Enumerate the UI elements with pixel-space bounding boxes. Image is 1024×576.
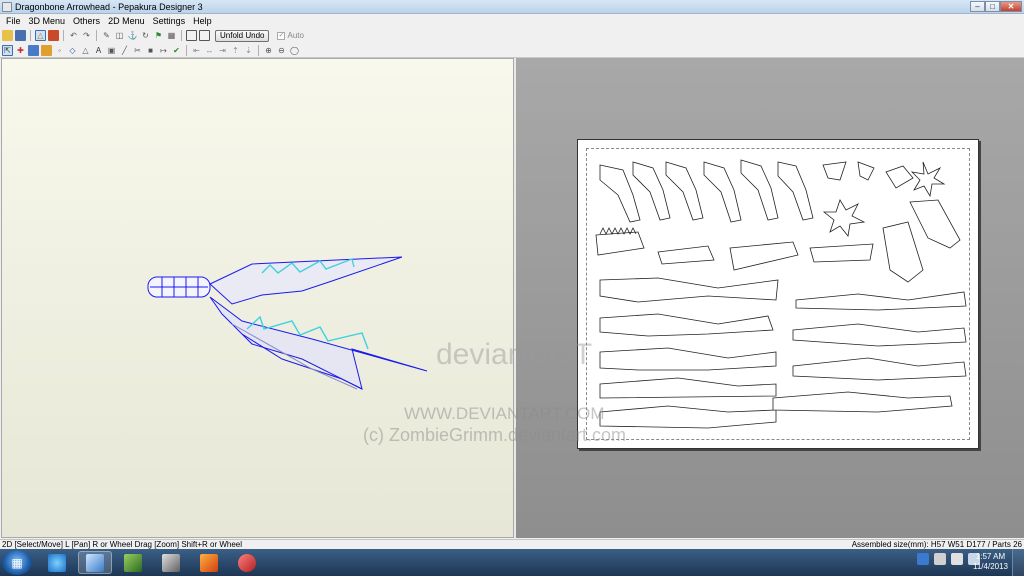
network-tray-icon[interactable] [951, 553, 963, 565]
taskbar-clock[interactable]: 1:57 AM 11/4/2013 [973, 552, 1008, 572]
pepakura-window: Dragonbone Arrowhead - Pepakura Designer… [0, 0, 1024, 549]
toolbar-separator [258, 44, 259, 56]
select-icon[interactable]: ⇱ [2, 44, 13, 56]
unfold-icon[interactable]: △ [35, 30, 46, 41]
auto-checkbox-group[interactable]: ✓ Auto [277, 31, 304, 40]
zoom-fit-icon[interactable]: ◯ [289, 45, 300, 56]
image-icon[interactable]: ▣ [106, 45, 117, 56]
box-icon[interactable]: ◫ [114, 30, 125, 41]
internet-explorer-icon [48, 553, 66, 572]
start-button[interactable]: ▦ [2, 550, 32, 575]
face-icon[interactable] [41, 44, 52, 56]
clock-time: 1:57 AM [975, 552, 1006, 561]
main-toolbar: △ ↶ ↷ ✎ ◫ ⚓ ↻ ⚑ ▦ Unfold Undo ✓ Auto [0, 28, 1024, 43]
window-title: Dragonbone Arrowhead - Pepakura Designer… [15, 1, 203, 12]
status-hint: 2D [Select/Move] L [Pan] R or Wheel Drag… [2, 540, 243, 549]
assembled-size: Assembled size(mm): H57 W51 D177 / Parts… [851, 540, 1022, 549]
auto-checkbox[interactable]: ✓ [277, 31, 286, 40]
redo-icon[interactable]: ↷ [81, 30, 92, 41]
paper-sheet[interactable] [577, 139, 979, 449]
status-bar: 2D [Select/Move] L [Pan] R or Wheel Drag… [0, 539, 1024, 549]
menu-2d[interactable]: 2D Menu [104, 16, 149, 26]
menu-file[interactable]: File [2, 16, 25, 26]
align-bottom-icon[interactable]: ⇣ [243, 45, 254, 56]
menu-help[interactable]: Help [189, 16, 216, 26]
window2-icon[interactable] [199, 30, 210, 41]
menu-settings[interactable]: Settings [149, 16, 190, 26]
media-icon [162, 553, 180, 572]
open-icon[interactable] [2, 30, 13, 41]
3d-view[interactable] [1, 58, 514, 538]
app-icon [2, 1, 12, 12]
system-tray [917, 553, 980, 565]
flag-icon[interactable]: ⚑ [153, 30, 164, 41]
close-button[interactable]: ✕ [1000, 1, 1022, 12]
join-icon[interactable]: ◇ [67, 45, 78, 56]
toolbar-separator [30, 30, 31, 41]
save-icon[interactable] [15, 30, 26, 41]
toolbar-separator [181, 30, 182, 41]
rotate-icon[interactable]: ↻ [140, 30, 151, 41]
check-icon[interactable]: ✔ [171, 45, 182, 56]
unfolded-parts[interactable] [578, 140, 980, 450]
minimize-button[interactable]: – [970, 1, 985, 12]
auto-label: Auto [287, 31, 304, 40]
media-app-taskbar[interactable] [154, 551, 188, 574]
toolbar-separator [63, 30, 64, 41]
align-left-icon[interactable]: ⇤ [191, 45, 202, 56]
zoom-in-icon[interactable]: ⊕ [263, 45, 274, 56]
undo-icon[interactable]: ↶ [68, 30, 79, 41]
scissors-icon[interactable]: ✂ [132, 45, 143, 56]
terrain-app-taskbar[interactable] [116, 551, 150, 574]
align-center-icon[interactable]: ↔ [204, 45, 215, 56]
flag-tray-icon[interactable] [934, 553, 946, 565]
3d-model-app-taskbar[interactable] [230, 551, 264, 574]
maximize-button[interactable]: □ [985, 1, 1000, 12]
menu-3d[interactable]: 3D Menu [25, 16, 70, 26]
windows-logo-icon: ▦ [11, 555, 23, 570]
clock-date: 11/4/2013 [973, 562, 1008, 571]
terrain-icon [124, 553, 142, 572]
zoom-out-icon[interactable]: ⊖ [276, 45, 287, 56]
arrowhead-3d-model[interactable] [2, 59, 515, 539]
grid-icon[interactable]: ▦ [166, 30, 177, 41]
pencil-icon[interactable]: ✎ [101, 30, 112, 41]
windows-taskbar: ▦ 1:57 AM 11/4/2013 [0, 549, 1024, 576]
pepakura-taskbar[interactable] [78, 551, 112, 574]
watermark-site: WWW.DEVIANTART.COM [404, 404, 605, 423]
help-tray-icon[interactable] [917, 553, 929, 565]
edit-toolbar: ⇱ ✚ ◦ ◇ △ A ▣ ╱ ✂ ■ ↦ ✔ ⇤ ↔ ⇥ ⇡ ⇣ ⊕ ⊖ ◯ [0, 43, 1024, 58]
fold-icon[interactable] [28, 44, 39, 56]
pepakura-icon [86, 553, 104, 572]
paint-icon [200, 553, 218, 572]
menu-others[interactable]: Others [69, 16, 104, 26]
paint-app-taskbar[interactable] [192, 551, 226, 574]
unfold-undo-button[interactable]: Unfold Undo [215, 29, 270, 42]
align-top-icon[interactable]: ⇡ [230, 45, 241, 56]
flap-icon[interactable]: △ [80, 45, 91, 56]
title-bar[interactable]: Dragonbone Arrowhead - Pepakura Designer… [0, 0, 1024, 14]
cube-icon[interactable]: ■ [145, 45, 156, 56]
toolbar-separator [186, 44, 187, 56]
align-right-icon[interactable]: ⇥ [217, 45, 228, 56]
internet-explorer-taskbar[interactable] [40, 551, 74, 574]
menu-bar: File 3D Menu Others 2D Menu Settings Hel… [0, 14, 1024, 27]
move-icon[interactable]: ✚ [15, 45, 26, 56]
window-icon[interactable] [186, 30, 197, 41]
watermark-credit: (c) ZombieGrimm.deviantart.com [363, 425, 627, 445]
watermark-logo: deviantART [436, 338, 593, 371]
text-icon[interactable]: A [93, 45, 104, 56]
line-icon[interactable]: ╱ [119, 45, 130, 56]
measure-icon[interactable]: ↦ [158, 45, 169, 56]
3d-model-icon [238, 553, 256, 572]
show-desktop-button[interactable] [1012, 549, 1024, 576]
anchor-icon[interactable]: ⚓ [127, 30, 138, 41]
texture-icon[interactable] [48, 30, 59, 41]
toolbar-separator [96, 30, 97, 41]
part-icon[interactable]: ◦ [54, 45, 65, 56]
